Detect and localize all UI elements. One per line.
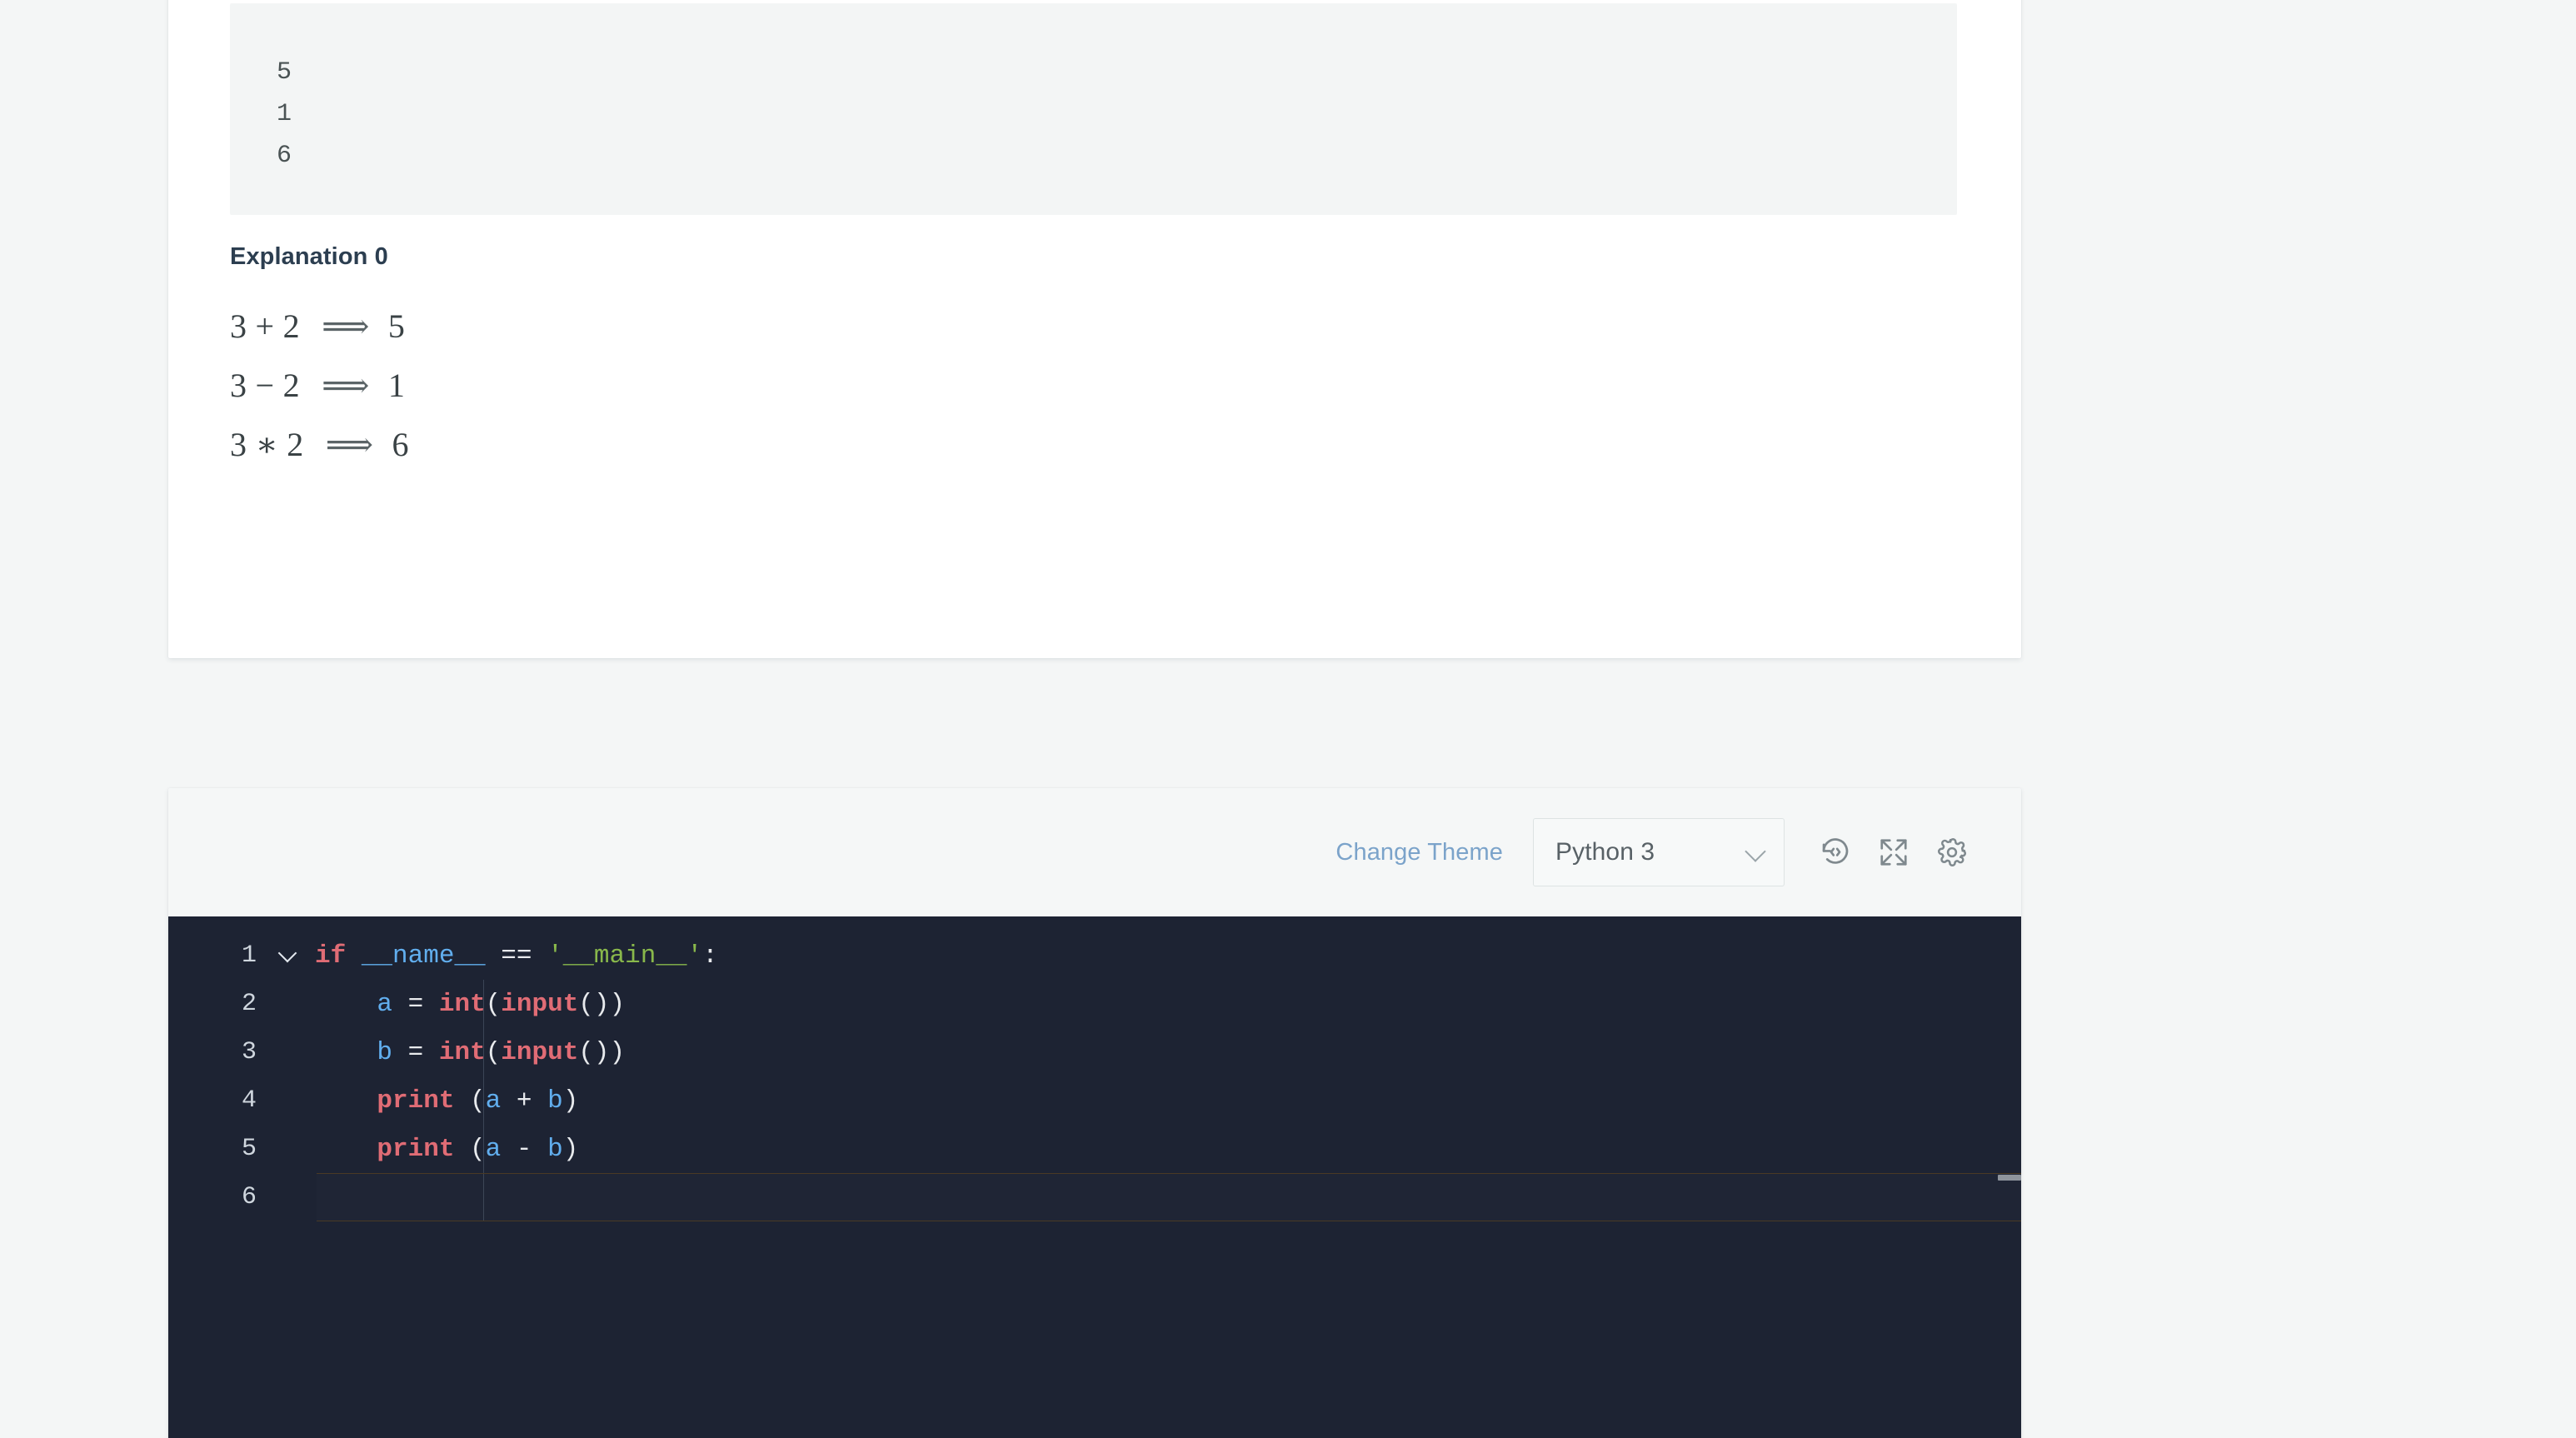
code-line[interactable]: 4 print (a + b) — [168, 1076, 2021, 1125]
code-line[interactable]: 6 — [168, 1173, 2021, 1221]
code-token: input — [501, 1037, 579, 1067]
code-line-text: b = int(input()) — [308, 1038, 625, 1067]
code-token: input — [501, 989, 579, 1019]
code-token: if — [315, 941, 347, 971]
math-result: 5 — [387, 307, 406, 345]
code-token: print — [377, 1086, 455, 1116]
math-row: 3 − 2 ⟹ 1 — [230, 356, 1230, 415]
math-operand-left: 3 — [230, 307, 247, 345]
math-operand-right: 2 — [282, 367, 301, 404]
code-token: ( — [454, 1086, 486, 1116]
code-token: == — [501, 941, 532, 971]
code-token: ) — [562, 1134, 579, 1164]
implies-arrow-icon: ⟹ — [325, 425, 374, 463]
math-operator: ∗ — [255, 426, 279, 463]
line-number: 2 — [241, 990, 257, 1018]
code-editor-surface[interactable]: 1 if __name__ == '__main__': 2 a = int(inp… — [168, 916, 2021, 1438]
explanation-heading: Explanation 0 — [230, 243, 388, 270]
sample-output-block: 5 1 6 — [230, 3, 1957, 215]
line-number: 4 — [241, 1086, 257, 1115]
code-token: ( — [485, 1037, 502, 1067]
line-number: 3 — [241, 1038, 257, 1066]
problem-statement-card: 5 1 6 Explanation 0 3 + 2 ⟹ 5 3 − 2 ⟹ 1 … — [168, 0, 2021, 658]
math-row: 3 ∗ 2 ⟹ 6 — [230, 415, 1230, 474]
math-operand-right: 2 — [282, 307, 301, 345]
page-root: 5 1 6 Explanation 0 3 + 2 ⟹ 5 3 − 2 ⟹ 1 … — [0, 0, 2576, 1438]
chevron-down-icon — [279, 946, 297, 965]
code-token: '__main__' — [547, 941, 703, 971]
code-line-text: a = int(input()) — [308, 990, 625, 1019]
language-select-value: Python 3 — [1555, 838, 1655, 866]
active-line-highlight — [317, 1173, 2021, 1221]
line-number: 1 — [241, 941, 257, 970]
math-operand-left: 3 — [230, 426, 247, 463]
code-line-text: print (a + b) — [308, 1086, 578, 1116]
code-token: ()) — [578, 989, 626, 1019]
math-operator: + — [255, 307, 275, 345]
code-token: b — [547, 1134, 563, 1164]
code-token: ) — [562, 1086, 579, 1116]
sample-output-line: 5 — [277, 58, 292, 87]
implies-arrow-icon: ⟹ — [322, 366, 370, 404]
chevron-down-icon — [1745, 841, 1767, 863]
code-vertical-scrollbar[interactable] — [1998, 916, 2021, 1438]
code-token: a — [485, 1134, 502, 1164]
editor-toolbar: Change Theme Python 3 — [168, 788, 2021, 916]
code-line[interactable]: 3 b = int(input()) — [168, 1028, 2021, 1076]
code-token: : — [702, 941, 718, 971]
code-token: int — [438, 989, 486, 1019]
fullscreen-icon[interactable] — [1865, 823, 1923, 881]
gear-icon[interactable] — [1923, 823, 1981, 881]
code-editor-card: Change Theme Python 3 1 if __name__ == '… — [168, 788, 2021, 1438]
explanation-math-block: 3 + 2 ⟹ 5 3 − 2 ⟹ 1 3 ∗ 2 ⟹ 6 — [230, 297, 1230, 474]
code-token: - — [501, 1134, 548, 1164]
code-token: + — [501, 1086, 548, 1116]
code-token: = — [407, 989, 424, 1019]
code-token: print — [377, 1134, 455, 1164]
change-theme-link[interactable]: Change Theme — [1335, 839, 1503, 866]
code-line[interactable]: 1 if __name__ == '__main__': — [168, 931, 2021, 980]
code-token: __name__ — [361, 941, 486, 971]
code-line[interactable]: 2 a = int(input()) — [168, 980, 2021, 1028]
language-select[interactable]: Python 3 — [1533, 818, 1785, 886]
code-token: a — [377, 989, 393, 1019]
code-token: a — [485, 1086, 502, 1116]
code-line-text: if __name__ == '__main__': — [308, 941, 718, 971]
math-result: 1 — [387, 367, 406, 404]
code-lines: 1 if __name__ == '__main__': 2 a = int(inp… — [168, 931, 2021, 1221]
code-line[interactable]: 5 print (a - b) — [168, 1125, 2021, 1173]
math-operand-right: 2 — [287, 426, 304, 463]
code-token: ( — [454, 1134, 486, 1164]
code-token: int — [438, 1037, 486, 1067]
math-operator: − — [255, 367, 275, 404]
math-row: 3 + 2 ⟹ 5 — [230, 297, 1230, 356]
code-token: b — [547, 1086, 563, 1116]
line-number: 5 — [241, 1135, 257, 1163]
sample-output-line: 1 — [277, 100, 292, 128]
sample-output-line: 6 — [277, 142, 292, 170]
math-operand-left: 3 — [230, 367, 247, 404]
code-token: b — [377, 1037, 393, 1067]
line-number: 6 — [241, 1183, 257, 1211]
math-result: 6 — [392, 426, 410, 463]
code-scroll-thumb[interactable] — [1998, 1175, 2021, 1181]
code-token: ( — [485, 989, 502, 1019]
code-token: ()) — [578, 1037, 626, 1067]
code-line-text: print (a - b) — [308, 1135, 578, 1164]
implies-arrow-icon: ⟹ — [322, 307, 370, 345]
fold-chevron-icon[interactable] — [268, 946, 308, 965]
code-token: = — [407, 1037, 424, 1067]
restore-code-icon[interactable] — [1806, 823, 1865, 881]
